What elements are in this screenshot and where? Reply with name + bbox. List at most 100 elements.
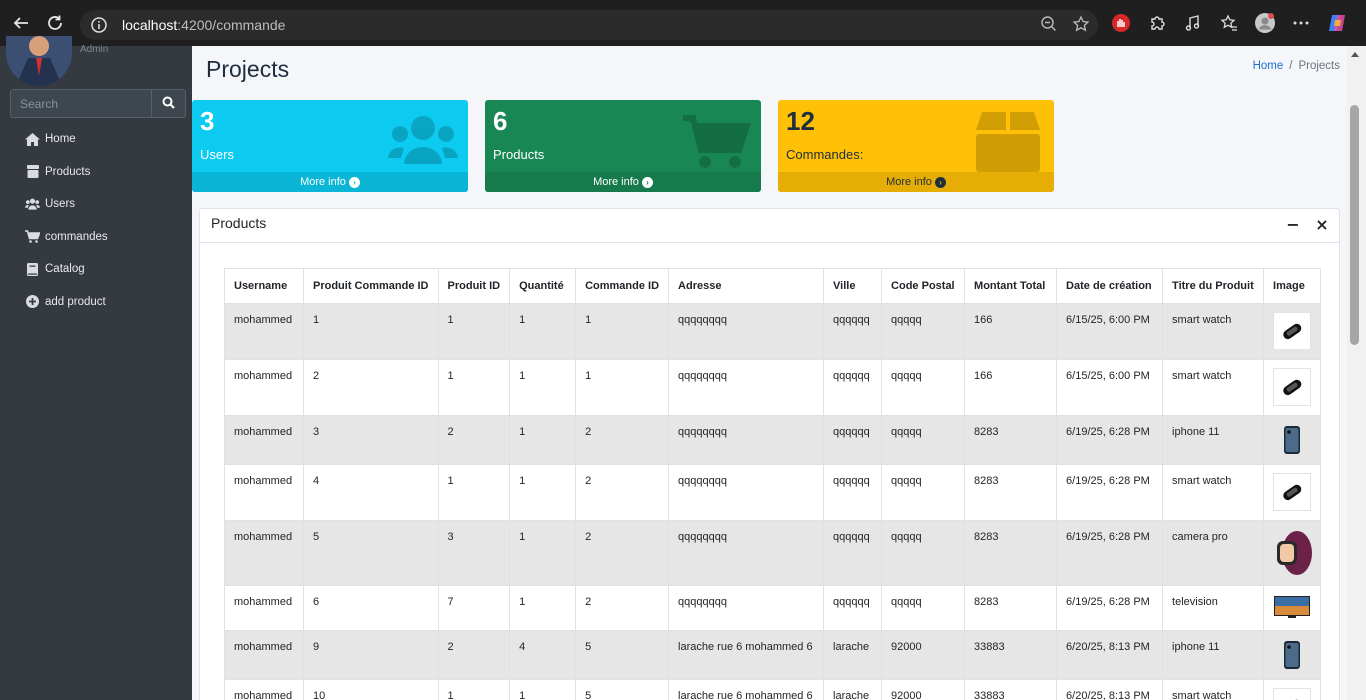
column-header[interactable]: Image: [1263, 268, 1322, 304]
cell-ville: larache: [823, 679, 883, 700]
profile-avatar-icon[interactable]: [1252, 10, 1278, 36]
column-header[interactable]: Adresse: [668, 268, 825, 304]
extension-hand-icon[interactable]: [1108, 10, 1134, 36]
main-content: Projects Home / Projects 3 Users More info…: [192, 46, 1347, 700]
cell-titre: smart watch: [1162, 359, 1265, 416]
sidebar-item-commandes[interactable]: commandes: [0, 221, 192, 254]
media-icon[interactable]: [1180, 10, 1206, 36]
column-header[interactable]: Code Postal: [881, 268, 966, 304]
search-input[interactable]: [10, 89, 151, 118]
breadcrumb: Home / Projects: [1253, 60, 1340, 72]
iphone-image: [1273, 424, 1311, 456]
address-bar[interactable]: localhost:4200/commande: [80, 10, 1098, 40]
cell-username: mohammed: [224, 585, 304, 631]
table-row: mohammed 3 2 1 2 qqqqqqqq qqqqqq qqqqq 8…: [224, 415, 1322, 465]
products-label: Products: [493, 147, 545, 162]
cell-produit-id: 1: [437, 359, 511, 416]
column-header[interactable]: Ville: [823, 268, 883, 304]
table-row: mohammed 2 1 1 1 qqqqqqqq qqqqqq qqqqq 1…: [224, 359, 1322, 416]
breadcrumb-current: Projects: [1298, 60, 1340, 72]
cell-commande-id: 1: [575, 303, 670, 360]
products-more-info-link[interactable]: More info ›: [485, 172, 761, 192]
zoom-out-icon[interactable]: [1040, 15, 1058, 37]
sidebar-item-home[interactable]: Home: [0, 123, 192, 156]
cell-produit-id: 2: [437, 415, 511, 465]
cell-image: [1263, 464, 1322, 521]
plus-circle-icon: [25, 295, 40, 309]
favorite-star-icon[interactable]: [1072, 15, 1090, 37]
cell-ville: larache: [823, 630, 883, 680]
scroll-up-arrow-icon[interactable]: [1351, 52, 1359, 57]
table-row: mohammed 5 3 1 2 qqqqqqqq qqqqqq qqqqq 8…: [224, 520, 1322, 586]
cell-produit-id: 3: [437, 520, 511, 586]
sidebar-item-label: commandes: [45, 230, 108, 243]
sidebar-item-label: Products: [45, 165, 91, 178]
cell-adresse: qqqqqqqq: [668, 303, 825, 360]
cell-adresse: qqqqqqqq: [668, 520, 825, 586]
column-header[interactable]: Produit Commande ID: [303, 268, 439, 304]
cell-adresse: larache rue 6 mohammed 6: [668, 679, 825, 700]
site-info-icon[interactable]: [90, 16, 108, 34]
book-icon: [25, 262, 40, 276]
column-header[interactable]: Produit ID: [437, 268, 511, 304]
cell-pc-id: 1: [303, 303, 439, 360]
extensions-puzzle-icon[interactable]: [1144, 10, 1170, 36]
column-header[interactable]: Montant Total: [964, 268, 1058, 304]
minimize-icon[interactable]: −: [1285, 215, 1301, 234]
back-icon[interactable]: [8, 10, 34, 36]
favorites-icon[interactable]: [1216, 10, 1242, 36]
cell-image: [1263, 359, 1322, 416]
cell-date: 6/15/25, 6:00 PM: [1056, 303, 1164, 360]
cell-code-postal: qqqqq: [881, 585, 966, 631]
close-icon[interactable]: ×: [1314, 215, 1330, 234]
copilot-icon[interactable]: [1324, 10, 1350, 36]
cell-quantite: 1: [509, 585, 577, 631]
cell-username: mohammed: [224, 520, 304, 586]
sidebar-item-add-product[interactable]: add product: [0, 286, 192, 319]
cell-quantite: 1: [509, 303, 577, 360]
reload-icon[interactable]: [42, 10, 68, 36]
users-more-info-link[interactable]: More info ›: [192, 172, 468, 192]
iphone-image: [1273, 639, 1311, 671]
cell-date: 6/19/25, 6:28 PM: [1056, 585, 1164, 631]
cell-produit-id: 2: [437, 630, 511, 680]
cell-code-postal: qqqqq: [881, 520, 966, 586]
cell-date: 6/20/25, 8:13 PM: [1056, 679, 1164, 700]
sidebar-item-products[interactable]: Products: [0, 156, 192, 189]
cell-code-postal: qqqqq: [881, 359, 966, 416]
search-button[interactable]: [151, 89, 186, 118]
cart-icon: [681, 112, 752, 172]
smart-watch-image: [1273, 312, 1312, 350]
commandes-stat-box: 12 Commandes: More info ›: [778, 100, 1054, 192]
scrollbar-thumb[interactable]: [1350, 105, 1359, 345]
cell-username: mohammed: [224, 415, 304, 465]
cell-pc-id: 4: [303, 464, 439, 521]
arrow-circle-right-icon: ›: [348, 176, 360, 188]
table-row: mohammed 9 2 4 5 larache rue 6 mohammed …: [224, 630, 1322, 680]
column-header[interactable]: Quantité: [509, 268, 577, 304]
column-header[interactable]: Commande ID: [575, 268, 670, 304]
cell-montant: 8283: [964, 585, 1058, 631]
cell-pc-id: 5: [303, 520, 439, 586]
sidebar-item-catalog[interactable]: Catalog: [0, 253, 192, 286]
sidebar-item-users[interactable]: Users: [0, 188, 192, 221]
column-header[interactable]: Titre du Produit: [1162, 268, 1265, 304]
breadcrumb-home[interactable]: Home: [1253, 60, 1284, 72]
cell-date: 6/15/25, 6:00 PM: [1056, 359, 1164, 416]
cell-ville: qqqqqq: [823, 359, 883, 416]
cell-quantite: 1: [509, 415, 577, 465]
commandes-more-info-link[interactable]: More info ›: [778, 172, 1054, 192]
commandes-count: 12: [786, 106, 815, 136]
cell-adresse: qqqqqqqq: [668, 464, 825, 521]
users-label: Users: [200, 147, 234, 162]
column-header[interactable]: Date de création: [1056, 268, 1164, 304]
page-title: Projects: [206, 56, 290, 82]
column-header[interactable]: Username: [224, 268, 304, 304]
url-text: localhost:4200/commande: [122, 17, 286, 33]
cell-date: 6/20/25, 8:13 PM: [1056, 630, 1164, 680]
cell-code-postal: qqqqq: [881, 303, 966, 360]
table-row: mohammed 10 1 1 5 larache rue 6 mohammed…: [224, 679, 1322, 700]
cell-montant: 8283: [964, 415, 1058, 465]
more-menu-icon[interactable]: [1288, 10, 1314, 36]
cell-date: 6/19/25, 6:28 PM: [1056, 464, 1164, 521]
